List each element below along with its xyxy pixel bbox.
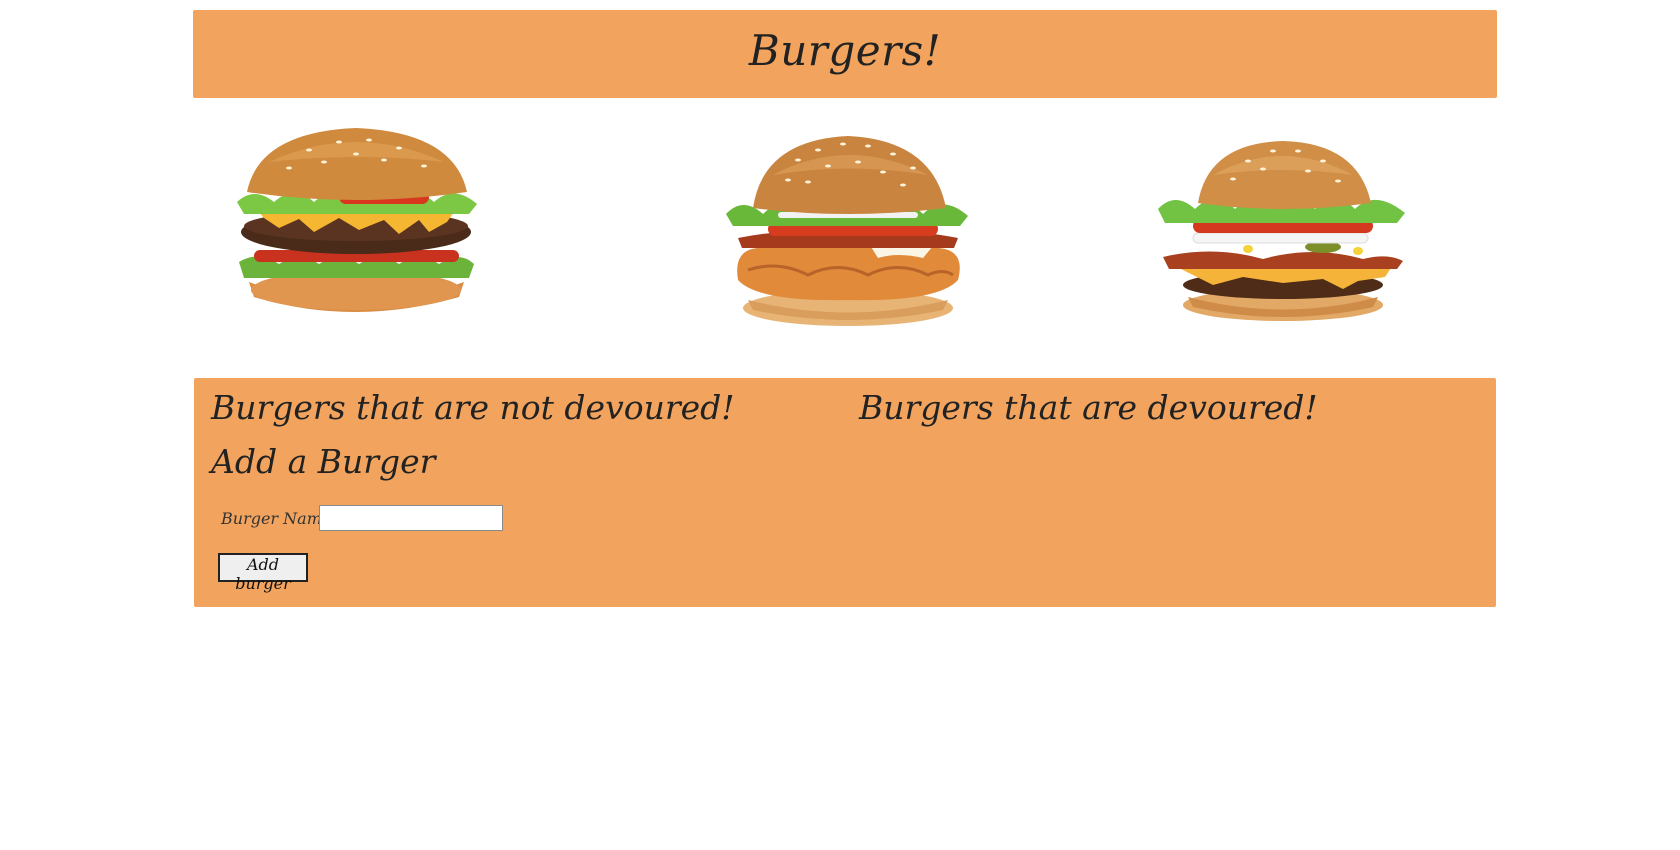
devoured-heading: Burgers that are devoured! bbox=[859, 388, 1318, 427]
burger-panel: Burgers that are not devoured! Burgers t… bbox=[194, 378, 1496, 607]
burger-name-input[interactable] bbox=[319, 505, 503, 531]
page: Burgers! Burgers that are not devoured! … bbox=[0, 0, 1680, 850]
burger-image-3 bbox=[1153, 137, 1413, 327]
burger-image-1 bbox=[219, 122, 489, 322]
burger-gallery bbox=[193, 112, 1497, 342]
header-banner: Burgers! bbox=[193, 10, 1497, 98]
add-burger-button[interactable]: Add burger bbox=[218, 553, 308, 593]
not-devoured-heading: Burgers that are not devoured! bbox=[211, 388, 735, 427]
burger-image-2 bbox=[718, 130, 978, 330]
add-burger-heading: Add a Burger bbox=[211, 442, 436, 481]
page-title: Burgers! bbox=[748, 26, 942, 75]
